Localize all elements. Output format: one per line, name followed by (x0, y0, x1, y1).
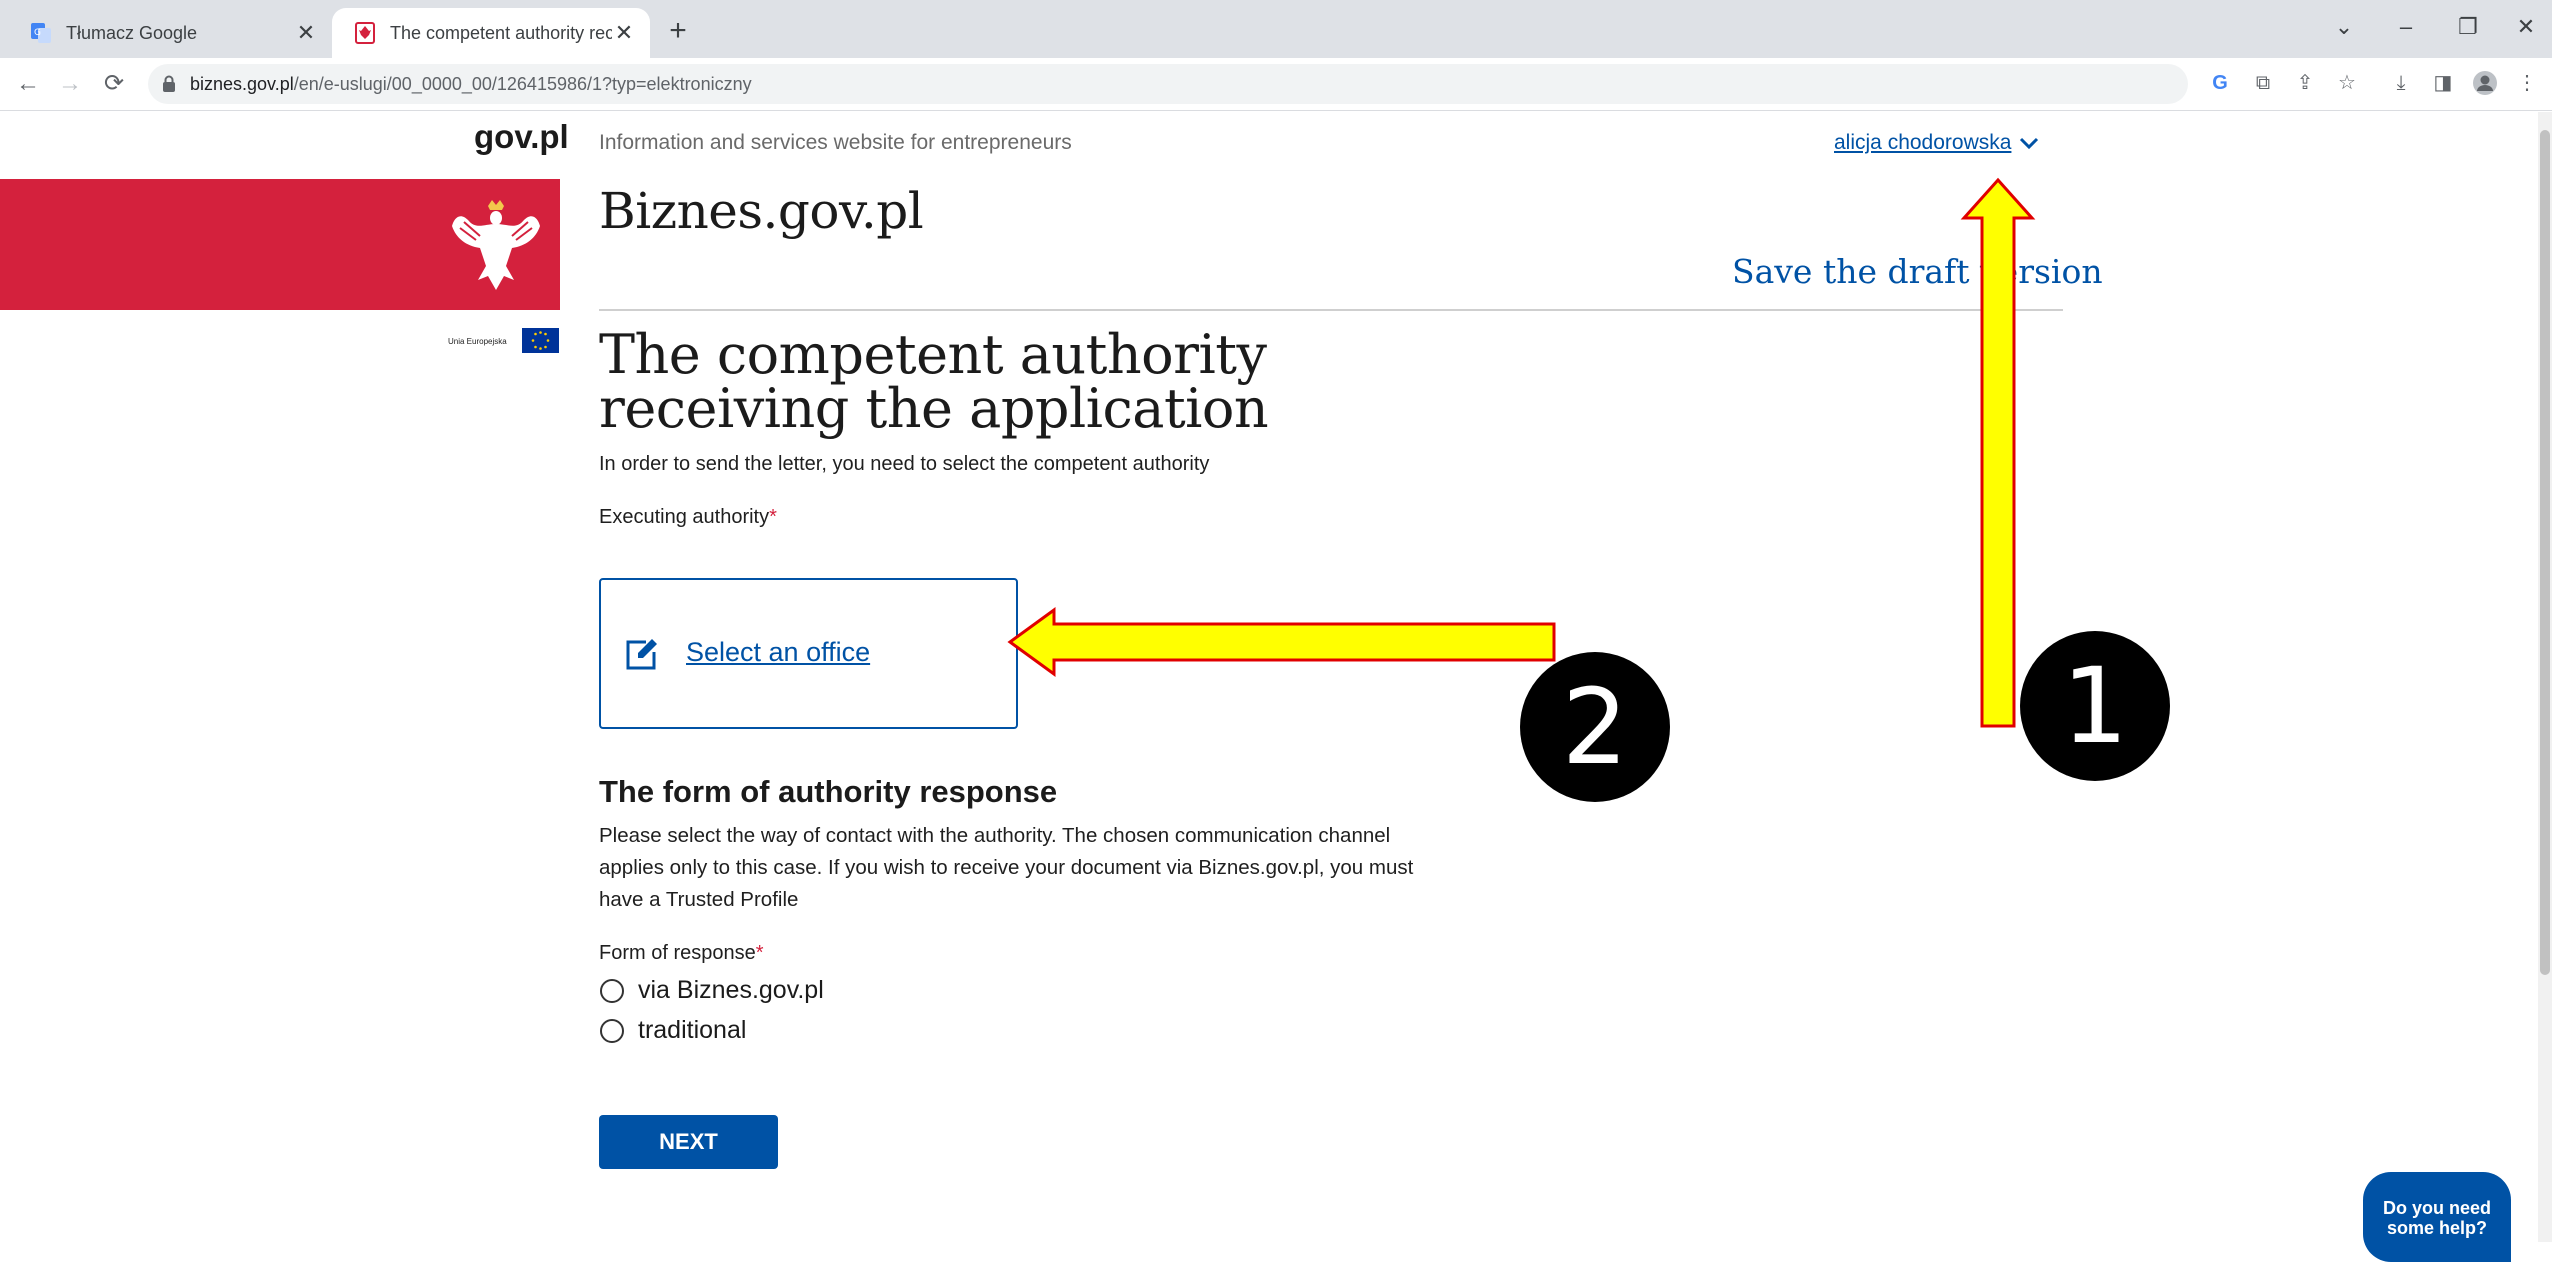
arrow-up-annotation (1960, 177, 2036, 728)
annotation-badge-2: 2 (1520, 652, 1670, 802)
arrow-left-annotation (1007, 607, 1556, 677)
annotation-arrows (1007, 177, 2036, 728)
annotation-badge-1: 1 (2020, 631, 2170, 781)
